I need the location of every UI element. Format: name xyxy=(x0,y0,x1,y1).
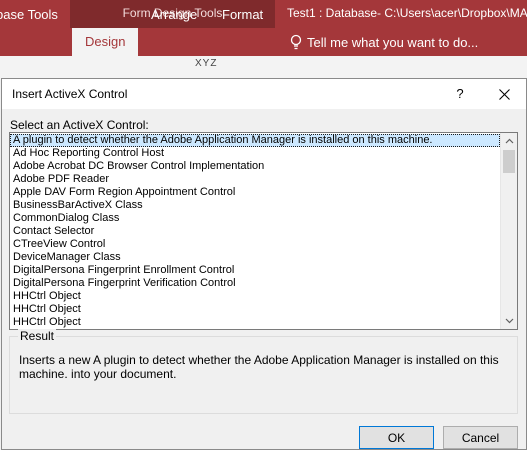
ribbon-body xyxy=(0,56,527,80)
tab-format[interactable]: Format xyxy=(222,7,263,22)
list-scrollbar[interactable] xyxy=(500,133,517,329)
list-item[interactable]: Contact Selector xyxy=(10,225,500,238)
list-item[interactable]: HHCtrl Object xyxy=(10,303,500,316)
list-item[interactable]: Adobe PDF Reader xyxy=(10,173,500,186)
result-group: Result Inserts a new A plugin to detect … xyxy=(9,329,518,414)
list-item[interactable]: CTreeView Control xyxy=(10,238,500,251)
tab-design[interactable]: Design xyxy=(72,28,139,56)
dialog-title: Insert ActiveX Control xyxy=(12,87,128,101)
scroll-down-button[interactable] xyxy=(501,313,517,329)
dialog-titlebar: Insert ActiveX Control ? xyxy=(2,79,526,109)
chevron-down-icon xyxy=(505,318,513,324)
chevron-up-icon xyxy=(505,138,513,144)
result-description: Inserts a new A plugin to detect whether… xyxy=(19,353,499,381)
list-item[interactable]: BusinessBarActiveX Class xyxy=(10,199,500,212)
list-item[interactable]: DigitalPersona Fingerprint Enrollment Co… xyxy=(10,264,500,277)
help-button[interactable]: ? xyxy=(445,79,475,109)
tell-me-search[interactable]: Tell me what you want to do... xyxy=(307,35,478,50)
cancel-button[interactable]: Cancel xyxy=(443,426,518,449)
list-item[interactable]: CommonDialog Class xyxy=(10,212,500,225)
list-item[interactable]: Ad Hoc Reporting Control Host xyxy=(10,147,500,160)
list-item[interactable]: DeviceManager Class xyxy=(10,251,500,264)
result-title: Result xyxy=(18,329,57,343)
list-item[interactable]: Adobe Acrobat DC Browser Control Impleme… xyxy=(10,160,500,173)
ribbon-glyph-fragment: XYZ xyxy=(195,58,218,69)
insert-activex-dialog: Insert ActiveX Control ? Select an Activ… xyxy=(1,78,527,450)
list-item[interactable]: HHCtrl Object xyxy=(10,316,500,329)
list-item[interactable]: HHCtrl Object xyxy=(10,290,500,303)
tab-arrange[interactable]: Arrange xyxy=(151,7,197,22)
close-icon xyxy=(498,88,510,100)
list-item[interactable]: A plugin to detect whether the Adobe App… xyxy=(10,134,500,147)
scroll-up-button[interactable] xyxy=(501,133,517,149)
select-control-label: Select an ActiveX Control: xyxy=(10,118,149,132)
scroll-thumb[interactable] xyxy=(503,150,515,173)
ok-button[interactable]: OK xyxy=(359,426,434,449)
lightbulb-icon xyxy=(290,34,302,50)
activex-control-list[interactable]: A plugin to detect whether the Adobe App… xyxy=(9,132,518,330)
control-list-items: A plugin to detect whether the Adobe App… xyxy=(10,134,500,329)
tab-database-tools[interactable]: base Tools xyxy=(0,7,58,22)
list-item[interactable]: DigitalPersona Fingerprint Verification … xyxy=(10,277,500,290)
list-item[interactable]: Apple DAV Form Region Appointment Contro… xyxy=(10,186,500,199)
window-title: Test1 : Database- C:\Users\acer\Dropbox\… xyxy=(287,6,527,20)
close-button[interactable] xyxy=(486,79,522,109)
